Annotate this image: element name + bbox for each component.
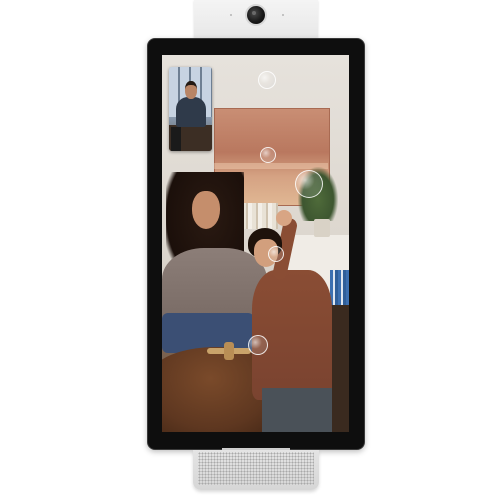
bubble <box>258 71 276 89</box>
pip-person-head <box>185 81 197 99</box>
lens-glint <box>252 11 256 15</box>
bubble <box>268 246 284 262</box>
chair <box>330 305 349 432</box>
plant-pot <box>314 219 330 237</box>
self-view-pip[interactable] <box>169 67 212 151</box>
boy-pants <box>262 388 332 432</box>
microphone-icon <box>230 14 232 16</box>
device-stage <box>0 0 500 500</box>
bubble <box>295 170 323 198</box>
pip-person-body <box>176 97 206 127</box>
blue-books <box>330 270 349 310</box>
bubble <box>260 147 276 163</box>
speaker-grille-icon <box>198 452 314 485</box>
toy-plane-body <box>224 342 234 360</box>
pip-chair <box>171 127 181 151</box>
microphone-icon <box>282 14 284 16</box>
camera-lens-icon <box>247 6 265 24</box>
boy-shirt <box>252 270 332 400</box>
bubble <box>248 335 268 355</box>
woman-face <box>192 191 220 229</box>
boy-hand <box>276 210 292 226</box>
